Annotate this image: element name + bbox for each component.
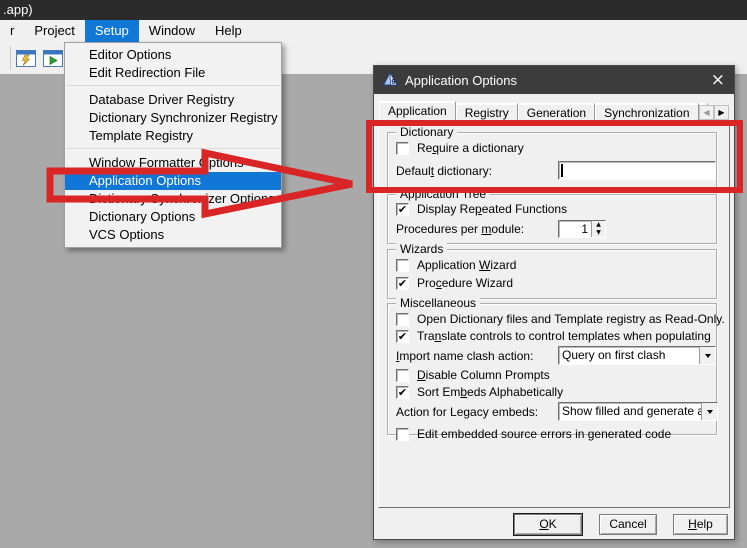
menubar-item-project[interactable]: Project <box>24 20 84 42</box>
open-readonly-checkbox[interactable] <box>396 313 409 326</box>
menu-separator <box>66 148 280 151</box>
app-window: .app) rProjectSetupWindowHelp Editor Opt… <box>0 0 747 548</box>
dialog-tabs: ApplicationRegistryGenerationSynchroniza… <box>379 101 708 121</box>
application-tree-group: Application Tree ✔ Display Repeated Func… <box>387 194 717 244</box>
tab-scroll-left-icon[interactable]: ◀ <box>699 105 714 120</box>
require-dictionary-label: Require a dictionary <box>417 141 524 155</box>
sort-embeds-label: Sort Embeds Alphabetically <box>417 385 563 399</box>
menu-item-editor-options[interactable]: Editor Options <box>65 46 281 64</box>
procedure-wizard-checkbox[interactable]: ✔ <box>396 277 409 290</box>
text-caret <box>561 164 563 177</box>
import-clash-label: Import name clash action: <box>396 349 558 363</box>
setup-menu: Editor OptionsEdit Redirection File Datab… <box>64 42 282 248</box>
window-title: .app) <box>3 2 33 17</box>
application-tree-group-title: Application Tree <box>396 187 490 201</box>
application-wizard-checkbox[interactable] <box>396 259 409 272</box>
chevron-down-icon[interactable] <box>701 403 717 420</box>
open-readonly-label: Open Dictionary files and Template regis… <box>417 312 725 326</box>
sort-embeds-checkbox[interactable]: ✔ <box>396 386 409 399</box>
tab-scroll-right-icon[interactable]: ▶ <box>714 105 729 120</box>
wizards-group: Wizards Application Wizard ✔ Procedure W… <box>387 249 717 299</box>
dialog-buttons: OK Cancel Help <box>374 514 734 536</box>
translate-controls-label: Translate controls to control templates … <box>417 329 711 343</box>
close-icon[interactable]: × <box>711 72 725 89</box>
dictionary-group: Dictionary Require a dictionary Default … <box>387 132 717 188</box>
disable-column-prompts-checkbox[interactable] <box>396 369 409 382</box>
menu-item-dictionary-options[interactable]: Dictionary Options <box>65 208 281 226</box>
menubar-item-help[interactable]: Help <box>205 20 252 42</box>
menubar-item-setup[interactable]: Setup <box>85 20 139 42</box>
tab-synchronization[interactable]: Synchronization <box>595 103 698 121</box>
application-wizard-label: Application Wizard <box>417 258 516 272</box>
procedures-per-module-stepper[interactable]: 1 ▲ ▼ <box>558 220 606 238</box>
application-options-dialog: 6 Application Options × ApplicationRegis… <box>373 65 735 540</box>
procedure-wizard-label: Procedure Wizard <box>417 276 513 290</box>
menu-item-template-registry[interactable]: Template Registry <box>65 127 281 145</box>
dictionary-group-title: Dictionary <box>396 125 457 139</box>
translate-controls-checkbox[interactable]: ✔ <box>396 330 409 343</box>
ok-button[interactable]: OK <box>514 514 582 535</box>
window-lightning-icon[interactable] <box>14 48 38 69</box>
svg-text:6: 6 <box>391 79 395 86</box>
menubar-item-r[interactable]: r <box>0 20 24 42</box>
edit-embedded-label: Edit embedded source errors in generated… <box>417 427 671 441</box>
dialog-titlebar: 6 Application Options × <box>374 66 734 94</box>
cancel-button[interactable]: Cancel <box>599 514 657 535</box>
display-repeated-functions-label: Display Repeated Functions <box>417 202 567 216</box>
legacy-embeds-dropdown[interactable]: Show filled and generate all <box>558 402 718 421</box>
toolbar-separator <box>10 46 11 70</box>
disable-column-prompts-label: Disable Column Prompts <box>417 368 550 382</box>
menubar: rProjectSetupWindowHelp <box>0 20 747 42</box>
application-tab-page: Dictionary Require a dictionary Default … <box>378 121 730 508</box>
menu-item-dictionary-synchronizer-options[interactable]: Dictionary Synchronizer Options <box>65 190 281 208</box>
require-dictionary-checkbox[interactable] <box>396 142 409 155</box>
menu-item-dictionary-synchronizer-registry[interactable]: Dictionary Synchronizer Registry <box>65 109 281 127</box>
menu-separator <box>66 85 280 88</box>
import-clash-dropdown[interactable]: Query on first clash <box>558 346 716 365</box>
miscellaneous-group-title: Miscellaneous <box>396 296 480 310</box>
menubar-item-window[interactable]: Window <box>139 20 205 42</box>
display-repeated-functions-checkbox[interactable]: ✔ <box>396 203 409 216</box>
procedures-per-module-label: Procedures per module: <box>396 222 558 236</box>
default-dictionary-input[interactable] <box>558 161 716 180</box>
window-titlebar: .app) <box>0 0 747 20</box>
miscellaneous-group: Miscellaneous Open Dictionary files and … <box>387 303 717 435</box>
menu-item-vcs-options[interactable]: VCS Options <box>65 226 281 244</box>
legacy-embeds-label: Action for Legacy embeds: <box>396 405 558 419</box>
spin-up-icon[interactable]: ▲ <box>592 221 605 229</box>
tab-registry[interactable]: Registry <box>456 103 518 121</box>
help-button[interactable]: Help <box>673 514 728 535</box>
clarion-app-icon: 6 <box>383 72 398 89</box>
wizards-group-title: Wizards <box>396 242 447 256</box>
menu-item-window-formatter-options[interactable]: Window Formatter Options <box>65 154 281 172</box>
tab-generation[interactable]: Generation <box>518 103 595 121</box>
tab-application[interactable]: Application <box>379 101 456 122</box>
menu-item-database-driver-registry[interactable]: Database Driver Registry <box>65 91 281 109</box>
menu-item-application-options[interactable]: Application Options <box>65 172 281 190</box>
edit-embedded-checkbox[interactable] <box>396 428 409 441</box>
default-dictionary-label: Default dictionary: <box>396 164 558 178</box>
chevron-down-icon[interactable] <box>699 347 715 364</box>
spin-down-icon[interactable]: ▼ <box>592 229 605 237</box>
menu-item-edit-redirection-file[interactable]: Edit Redirection File <box>65 64 281 82</box>
dialog-title: Application Options <box>405 73 517 88</box>
window-play-icon[interactable] <box>41 48 65 69</box>
tab-scroll-arrows: ◀ ▶ <box>699 105 729 120</box>
